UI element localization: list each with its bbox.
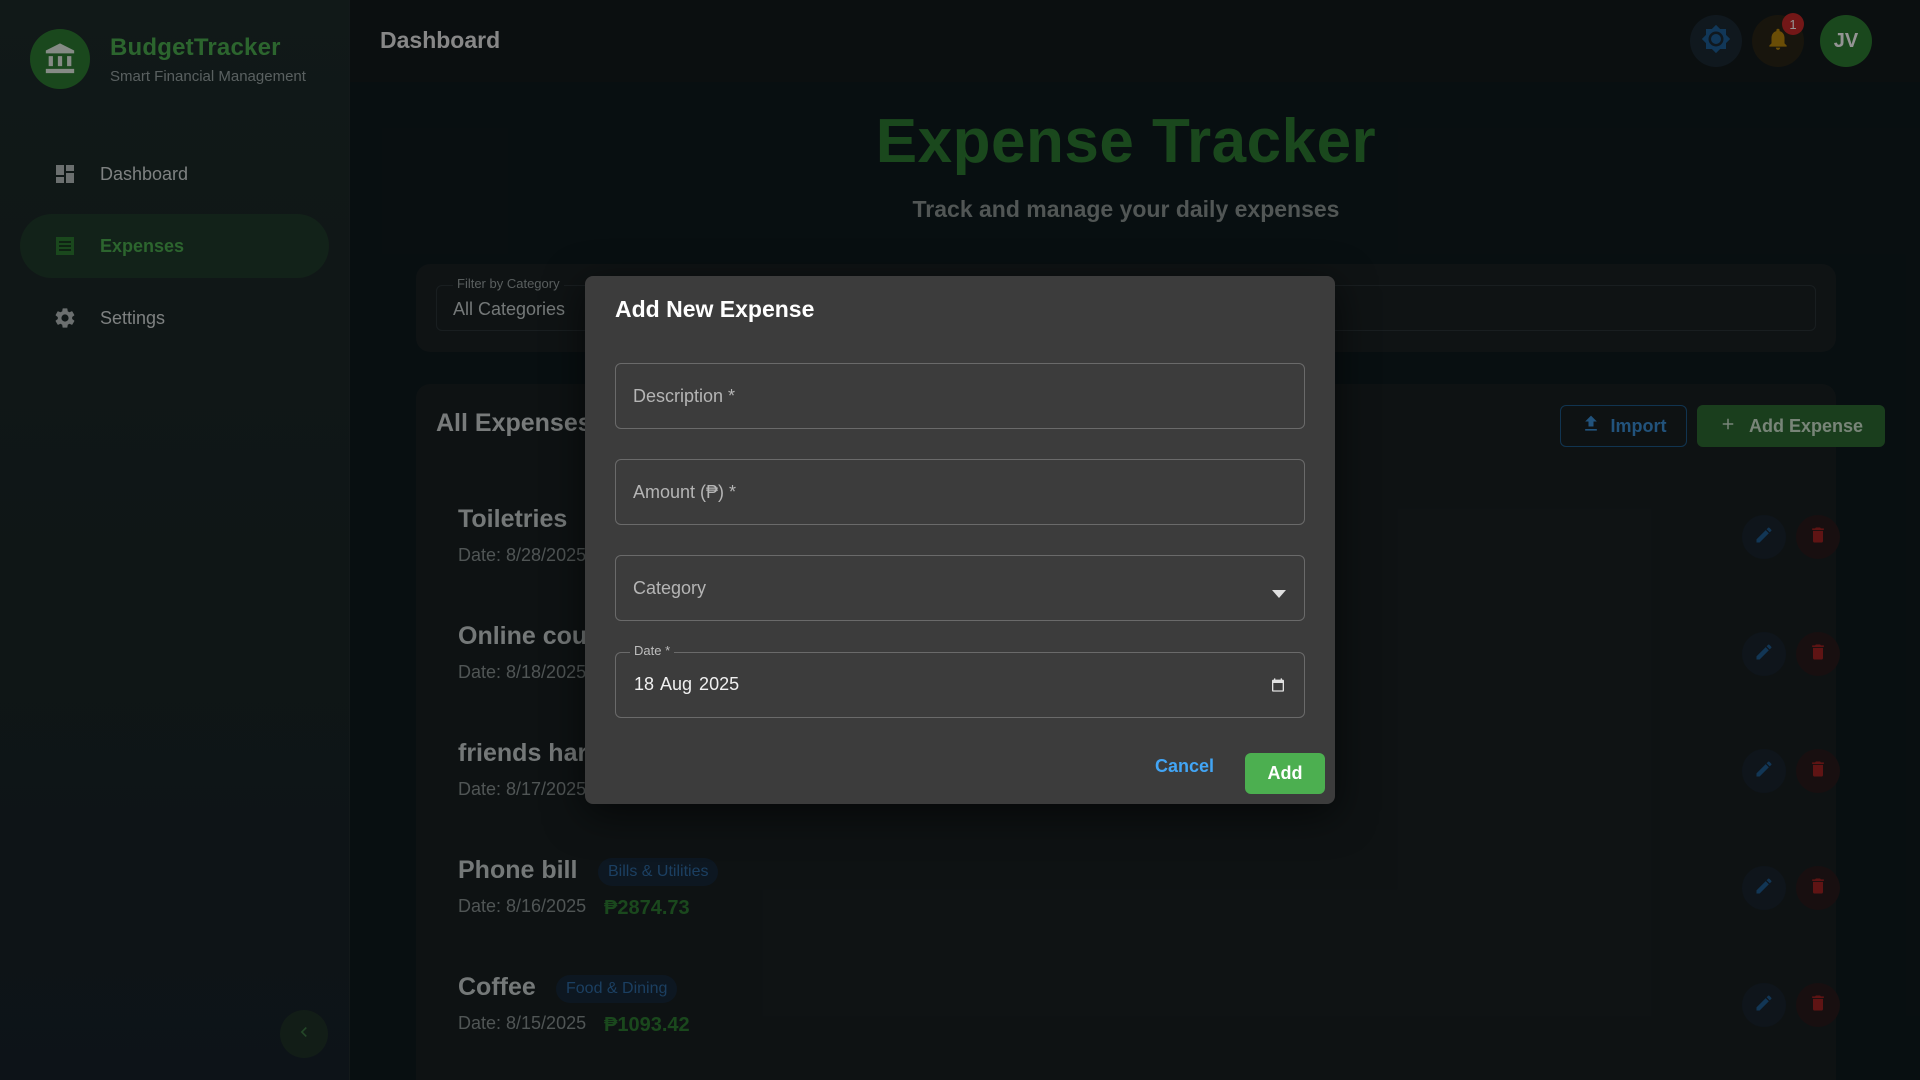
- add-button[interactable]: Add: [1245, 753, 1325, 794]
- date-field[interactable]: Date * 18 Aug 2025: [615, 643, 1305, 718]
- cancel-button[interactable]: Cancel: [1155, 756, 1214, 777]
- description-field[interactable]: Description *: [615, 363, 1305, 429]
- category-select[interactable]: Category: [615, 555, 1305, 621]
- dialog-title: Add New Expense: [615, 296, 815, 322]
- add-expense-dialog: Add New Expense Description * Amount (₱)…: [585, 276, 1335, 804]
- calendar-icon[interactable]: [1270, 677, 1286, 698]
- date-label: Date *: [630, 643, 675, 658]
- chevron-down-icon: [1272, 585, 1286, 603]
- date-value: 18 Aug 2025: [634, 674, 740, 694]
- description-placeholder: Description *: [633, 386, 736, 406]
- amount-field[interactable]: Amount (₱) *: [615, 459, 1305, 525]
- category-placeholder: Category: [633, 578, 707, 598]
- amount-placeholder: Amount (₱) *: [633, 482, 737, 502]
